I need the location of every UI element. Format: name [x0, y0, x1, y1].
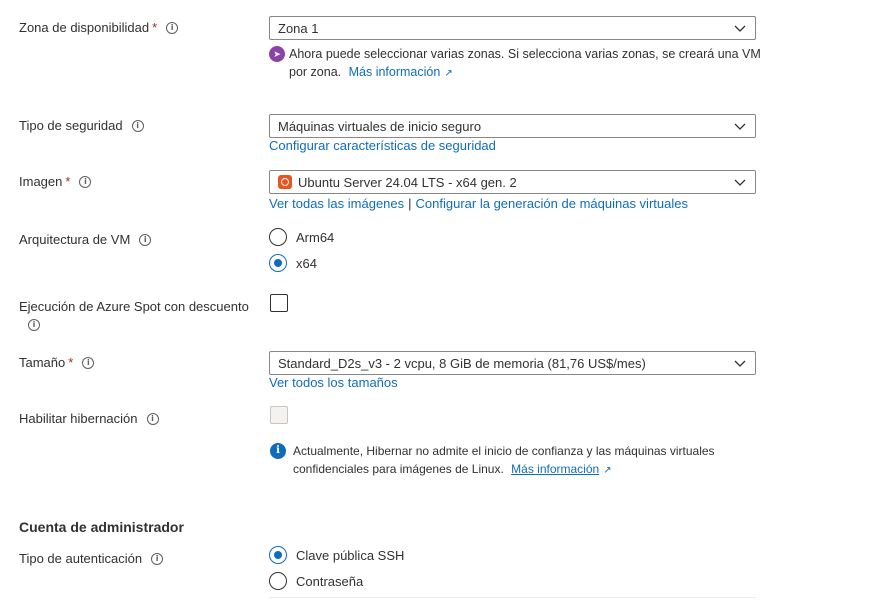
configure-security-link[interactable]: Configurar características de seguridad [269, 138, 496, 153]
auth-type-label: Tipo de autenticación i [19, 550, 164, 568]
link-separator: | [408, 196, 412, 211]
zone-note: Ahora puede seleccionar varias zonas. Si… [289, 47, 761, 79]
security-value: Máquinas virtuales de inicio seguro [278, 118, 482, 134]
image-label: Imagen * i [19, 173, 92, 191]
size-dropdown[interactable]: Standard_D2s_v3 - 2 vcpu, 8 GiB de memor… [269, 351, 756, 375]
external-link-icon: ↗ [444, 68, 453, 79]
external-link-icon: ↗ [603, 465, 612, 476]
spot-label: Ejecución de Azure Spot con descuento i [19, 299, 249, 331]
info-icon[interactable]: i [139, 233, 152, 246]
view-all-images-link[interactable]: Ver todas las imágenes [269, 196, 404, 211]
chevron-down-icon [734, 25, 746, 32]
info-icon[interactable]: i [166, 21, 179, 34]
chevron-down-icon [734, 360, 746, 367]
image-value: Ubuntu Server 24.04 LTS - x64 gen. 2 [298, 174, 517, 190]
image-dropdown[interactable]: Ubuntu Server 24.04 LTS - x64 gen. 2 [269, 170, 756, 194]
ssh-key-label: Clave pública SSH [296, 547, 405, 563]
size-value: Standard_D2s_v3 - 2 vcpu, 8 GiB de memor… [278, 355, 646, 371]
info-icon[interactable]: i [131, 119, 144, 132]
auth-option-ssh[interactable]: Clave pública SSH [269, 546, 404, 564]
password-label: Contraseña [296, 573, 364, 589]
info-icon[interactable]: i [28, 318, 40, 331]
spot-checkbox[interactable] [270, 294, 288, 312]
info-icon[interactable]: i [151, 552, 164, 565]
security-link-row: Configurar características de seguridad [269, 138, 496, 153]
arch-label: Arquitectura de VM i [19, 231, 152, 249]
zone-dropdown[interactable]: Zona 1 [269, 16, 756, 40]
view-all-sizes-link[interactable]: Ver todos los tamaños [269, 375, 398, 390]
ssh-key-radio[interactable] [269, 546, 287, 564]
x64-label: x64 [296, 255, 317, 271]
info-circle-icon: i [270, 443, 286, 459]
password-radio[interactable] [269, 572, 287, 590]
hibernate-more-info-link[interactable]: Más información [511, 462, 599, 476]
ubuntu-logo-icon [278, 175, 292, 189]
chevron-down-icon [734, 179, 746, 186]
hibernate-note: Actualmente, Hibernar no admite el inici… [293, 444, 715, 476]
arch-option-x64[interactable]: x64 [269, 254, 317, 272]
size-link-row: Ver todos los tamaños [269, 375, 398, 390]
info-icon[interactable]: i [146, 412, 159, 425]
hibernate-checkbox [270, 406, 288, 424]
size-label: Tamaño * i [19, 354, 95, 372]
arm64-radio[interactable] [269, 228, 287, 246]
chevron-down-icon [734, 123, 746, 130]
x64-radio[interactable] [269, 254, 287, 272]
info-icon[interactable]: i [79, 175, 92, 188]
hibernate-label: Habilitar hibernación i [19, 410, 159, 428]
rocket-icon: ➤ [269, 46, 285, 62]
info-icon[interactable]: i [82, 356, 95, 369]
auth-option-password[interactable]: Contraseña [269, 572, 363, 590]
zone-value: Zona 1 [278, 20, 319, 36]
arch-option-arm64[interactable]: Arm64 [269, 228, 334, 246]
security-dropdown[interactable]: Máquinas virtuales de inicio seguro [269, 114, 756, 138]
zone-label: Zona de disponibilidad * i [19, 19, 179, 37]
configure-vm-generation-link[interactable]: Configurar la generación de máquinas vir… [416, 196, 688, 211]
arm64-label: Arm64 [296, 229, 335, 245]
image-links-row: Ver todas las imágenes | Configurar la gen… [269, 196, 688, 211]
admin-section-title: Cuenta de administrador [19, 519, 184, 535]
security-label: Tipo de seguridad i [19, 117, 144, 135]
zone-more-info-link[interactable]: Más información [349, 65, 441, 79]
